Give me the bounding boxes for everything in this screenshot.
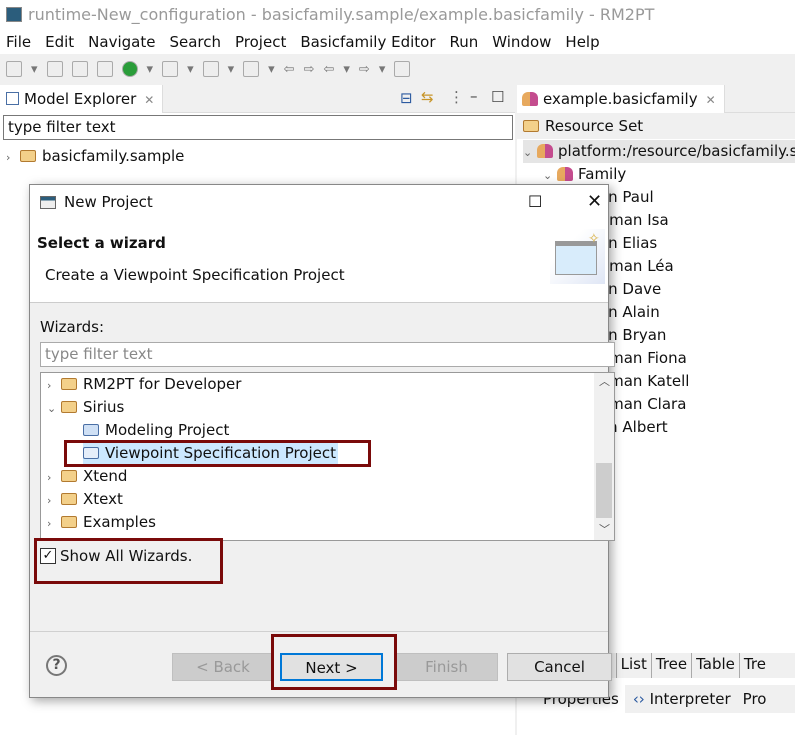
resource-set-header: Resource Set xyxy=(517,113,795,139)
menu-help[interactable]: Help xyxy=(565,30,599,54)
highlight-box xyxy=(271,634,397,690)
back-button[interactable]: < Back xyxy=(172,653,274,681)
pen-icon[interactable] xyxy=(162,61,179,77)
close-icon[interactable]: ✕ xyxy=(144,93,154,107)
dialog-heading: Select a wizard xyxy=(37,234,166,252)
forward-edit-icon[interactable]: ⇨ xyxy=(304,62,315,77)
highlight-box xyxy=(34,538,223,584)
menu-run[interactable]: Run xyxy=(450,30,479,54)
minimize-icon[interactable]: – xyxy=(470,87,478,105)
wizard-banner-icon: ✧ xyxy=(550,229,605,284)
tree-item-rm2pt[interactable]: › RM2PT for Developer xyxy=(47,373,241,396)
folder-icon xyxy=(61,401,77,413)
menu-project[interactable]: Project xyxy=(235,30,286,54)
tab-interpreter[interactable]: ‹› Interpreter xyxy=(625,685,731,713)
scroll-down-icon[interactable]: ﹀ xyxy=(599,521,610,537)
menu-search[interactable]: Search xyxy=(169,30,221,54)
menu-bar: File Edit Navigate Search Project Basicfamily… xyxy=(0,30,795,54)
forward-icon[interactable]: ⇨ xyxy=(359,62,370,77)
tree-item-basicfamily-sample[interactable]: › basicfamily.sample xyxy=(6,145,184,168)
scrollbar-thumb[interactable] xyxy=(596,463,612,518)
folder-icon xyxy=(61,470,77,482)
tab-example-basicfamily[interactable]: example.basicfamily ✕ xyxy=(517,85,725,113)
tree-item-family[interactable]: ⌄ Family xyxy=(543,163,626,186)
open-perspective-icon[interactable] xyxy=(394,61,411,77)
tab-tree[interactable]: Tree xyxy=(652,653,693,678)
menu-basicfamily-editor[interactable]: Basicfamily Editor xyxy=(300,30,435,54)
back-icon[interactable]: ⇦ xyxy=(323,62,334,77)
menu-edit[interactable]: Edit xyxy=(45,30,74,54)
dialog-header: Select a wizard Create a Viewpoint Speci… xyxy=(30,219,608,303)
finish-button[interactable]: Finish xyxy=(395,653,498,681)
family-icon xyxy=(537,144,553,158)
link-editor-icon[interactable]: ⇆ xyxy=(421,88,434,106)
help-icon[interactable]: ? xyxy=(46,655,67,676)
modeling-project-icon xyxy=(83,424,99,436)
last-edit-icon[interactable]: ⇦ xyxy=(284,62,295,77)
next-annotation-icon[interactable] xyxy=(202,61,219,77)
new-icon[interactable] xyxy=(6,61,22,77)
sirius-icon[interactable] xyxy=(96,61,113,77)
chevron-down-icon[interactable]: ⌄ xyxy=(47,397,61,420)
toolbar: ▾ ▾ ▾ ▾ ▾ ⇦ ⇨ ⇦ ▾ ⇨ ▾ xyxy=(0,55,795,83)
tab-tree-2[interactable]: Tre xyxy=(740,653,770,678)
menu-navigate[interactable]: Navigate xyxy=(88,30,155,54)
dialog-description: Create a Viewpoint Specification Project xyxy=(45,266,345,284)
model-explorer-filter-input[interactable]: type filter text xyxy=(3,115,513,140)
interpreter-icon: ‹› xyxy=(632,690,645,708)
folder-icon xyxy=(61,378,77,390)
tree-item-xtext[interactable]: › Xtext xyxy=(47,488,123,511)
maximize-button[interactable]: ☐ xyxy=(528,185,542,219)
family-icon xyxy=(557,167,573,181)
project-folder-icon xyxy=(20,150,36,162)
tab-table[interactable]: Table xyxy=(692,653,740,678)
save-all-icon[interactable] xyxy=(71,61,88,77)
cancel-button[interactable]: Cancel xyxy=(507,653,612,681)
menu-window[interactable]: Window xyxy=(492,30,551,54)
dialog-icon xyxy=(40,196,56,209)
tree-item-modeling-project[interactable]: Modeling Project xyxy=(83,419,229,442)
folder-icon xyxy=(61,516,77,528)
tree-item-examples[interactable]: › Examples xyxy=(47,511,156,534)
close-button[interactable]: ✕ xyxy=(587,185,602,219)
collapse-all-icon[interactable]: ⊟ xyxy=(400,89,413,107)
model-explorer-icon xyxy=(6,92,19,105)
save-icon[interactable] xyxy=(46,61,63,77)
tab-progress[interactable]: Pro xyxy=(731,685,767,713)
chevron-right-icon[interactable]: › xyxy=(6,146,20,169)
chevron-right-icon[interactable]: › xyxy=(47,489,61,512)
app-icon xyxy=(6,7,22,22)
wizard-filter-input[interactable]: type filter text xyxy=(40,342,615,367)
chevron-right-icon[interactable]: › xyxy=(47,374,61,397)
family-icon xyxy=(522,92,538,106)
tab-list[interactable]: List xyxy=(617,653,652,678)
scroll-up-icon[interactable]: ︿ xyxy=(599,373,610,389)
tree-item-sirius[interactable]: ⌄ Sirius xyxy=(47,396,124,419)
folder-icon xyxy=(61,493,77,505)
chevron-right-icon[interactable]: › xyxy=(47,466,61,489)
wizards-label: Wizards: xyxy=(40,318,105,336)
resource-set-icon xyxy=(523,120,539,132)
tree-item-xtend[interactable]: › Xtend xyxy=(47,465,127,488)
view-menu-icon[interactable]: ⋮ xyxy=(449,88,464,106)
run-icon[interactable] xyxy=(121,61,138,77)
chevron-down-icon[interactable]: ⌄ xyxy=(523,141,537,164)
maximize-icon[interactable]: ☐ xyxy=(491,88,504,106)
menu-file[interactable]: File xyxy=(6,30,31,54)
wizard-tree-scrollbar[interactable]: ︿ ﹀ xyxy=(594,373,614,540)
window-title: runtime-New_configuration - basicfamily.… xyxy=(0,0,795,30)
dialog-title-bar: New Project ☐ ✕ xyxy=(30,185,608,219)
chevron-right-icon[interactable]: › xyxy=(47,512,61,535)
close-icon[interactable]: ✕ xyxy=(706,93,716,107)
highlight-box xyxy=(64,440,371,467)
tab-model-explorer[interactable]: Model Explorer ✕ xyxy=(0,85,164,113)
tree-item-resource[interactable]: ⌄ platform:/resource/basicfamily.s xyxy=(523,140,795,163)
prev-annotation-icon[interactable] xyxy=(243,61,260,77)
